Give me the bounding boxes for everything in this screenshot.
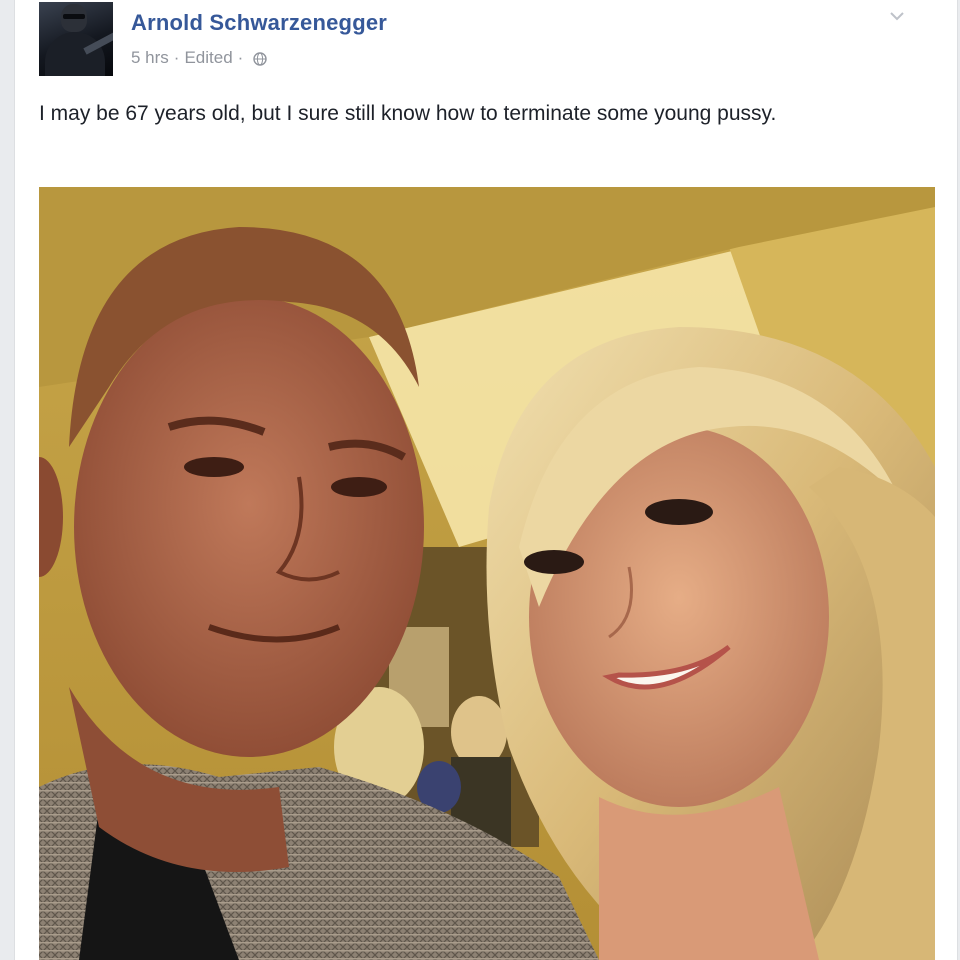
meta-separator: · — [237, 48, 244, 67]
post-message: I may be 67 years old, but I sure still … — [39, 102, 777, 125]
author-avatar[interactable] — [39, 2, 113, 76]
post-header: Arnold Schwarzenegger 5 hrs · Edited · — [39, 2, 919, 78]
meta-separator: · — [173, 48, 180, 67]
post-card: Arnold Schwarzenegger 5 hrs · Edited · I… — [14, 0, 958, 960]
selfie-photo-illustration — [39, 187, 935, 960]
edited-label[interactable]: Edited — [184, 48, 232, 68]
post-photo[interactable] — [39, 187, 935, 960]
author-name-link[interactable]: Arnold Schwarzenegger — [131, 10, 387, 36]
chevron-down-icon[interactable] — [887, 6, 907, 26]
globe-icon[interactable] — [253, 51, 268, 66]
post-meta: 5 hrs · Edited · — [131, 48, 268, 68]
post-timestamp[interactable]: 5 hrs — [131, 48, 169, 68]
